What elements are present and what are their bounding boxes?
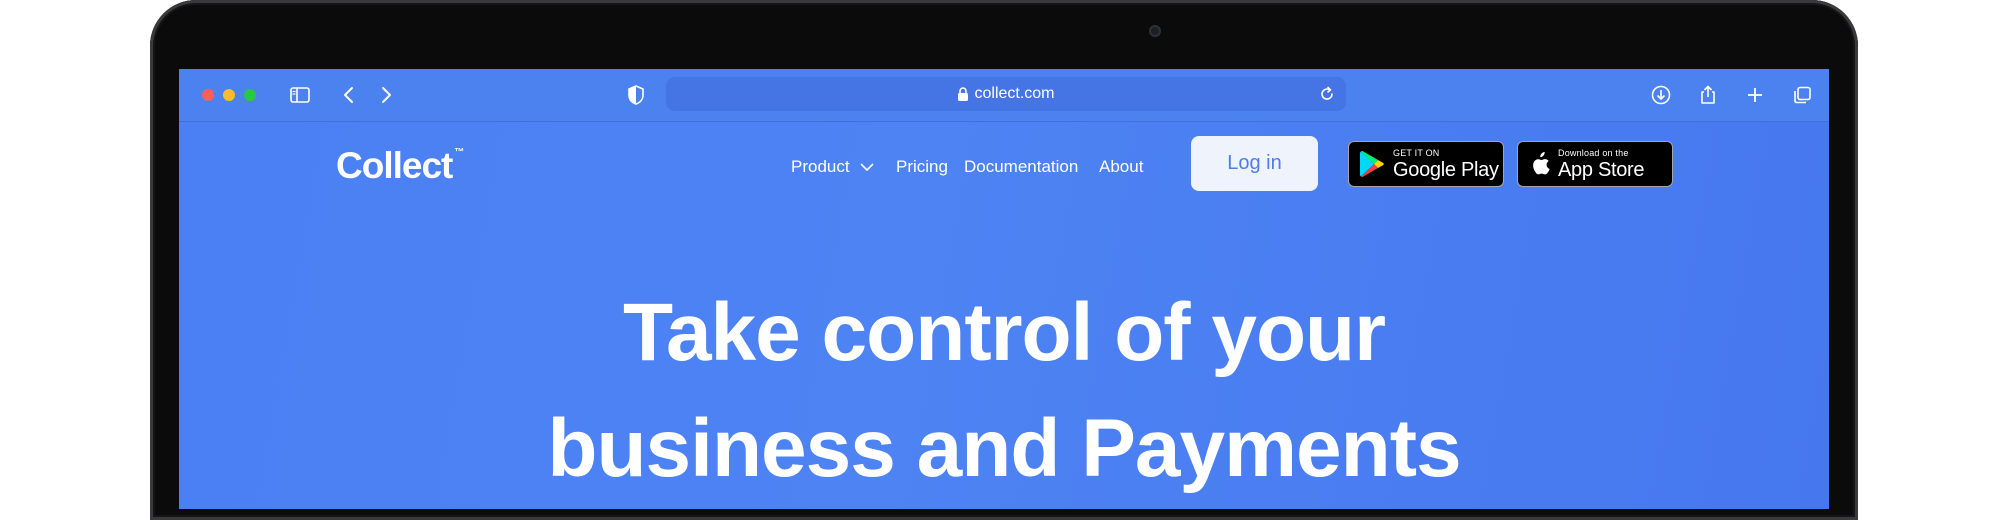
app-store-big-text: App Store [1558,158,1645,181]
nav-product[interactable]: Product [791,152,874,182]
nav-documentation[interactable]: Documentation [964,152,1078,182]
trademark-mark: ™ [454,147,465,158]
share-icon[interactable] [1695,82,1721,108]
collect-logo[interactable]: Collect ™ [336,145,465,186]
address-bar[interactable]: collect.com [666,77,1346,111]
app-store-small-text: Download on the [1558,147,1629,158]
download-icon[interactable] [1648,82,1674,108]
camera [1149,25,1161,37]
nav-about[interactable]: About [1099,152,1143,182]
tab-overview-icon[interactable] [1789,82,1815,108]
url-text: collect.com [974,85,1055,102]
nav-product-label: Product [791,157,850,176]
google-play-badge[interactable]: GET IT ON Google Play [1348,141,1504,187]
lock-icon [958,87,969,101]
minimize-window-button[interactable] [223,89,235,101]
zoom-window-button[interactable] [244,89,256,101]
new-tab-icon[interactable] [1742,82,1768,108]
nav-pricing[interactable]: Pricing [896,152,948,182]
app-store-badge[interactable]: Download on the App Store [1517,141,1673,187]
sidebar-icon[interactable] [287,82,313,108]
hero-heading-line-1: Take control of your [622,287,1386,378]
apple-icon [1533,152,1550,175]
chevron-down-icon [860,163,873,171]
forward-icon[interactable] [373,82,399,108]
login-button[interactable]: Log in [1191,136,1318,191]
google-play-icon [1360,151,1384,177]
browser-window: collect.com Collect ™ Product Pricing Do… [179,69,1829,509]
shield-icon[interactable] [623,82,649,108]
back-icon[interactable] [336,82,362,108]
hero-heading-line-2: business and Payments [547,403,1461,494]
browser-toolbar: collect.com [179,69,1829,122]
google-play-big-text: Google Play [1393,158,1499,181]
google-play-small-text: GET IT ON [1393,147,1440,158]
reload-icon[interactable] [1318,85,1336,103]
close-window-button[interactable] [202,89,214,101]
logo-text: Collect [336,145,453,186]
